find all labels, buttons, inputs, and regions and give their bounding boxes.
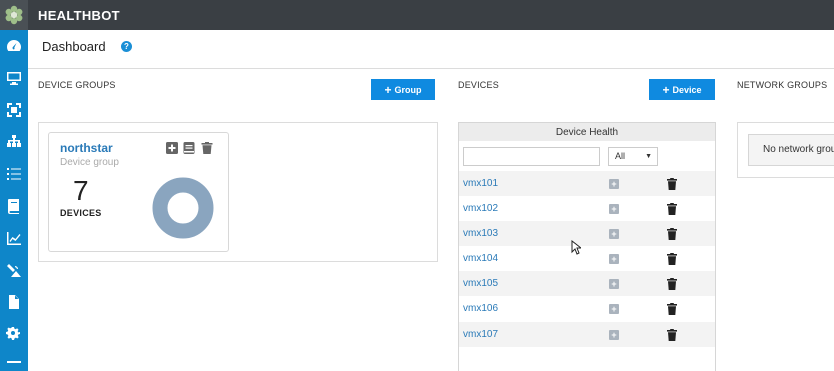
device-name-link[interactable]: vmx104 [463,253,498,264]
table-row: vmx104 + [459,246,715,271]
sidebar [0,30,28,371]
device-filter-select-value: All [615,151,626,161]
add-square-icon[interactable]: + [609,229,619,239]
device-count-label: DEVICES [60,208,102,218]
device-name-link[interactable]: vmx106 [463,303,498,314]
add-square-icon[interactable]: + [609,304,619,314]
header-divider [28,68,834,69]
device-name-link[interactable]: vmx101 [463,178,498,189]
book-icon [8,199,19,214]
sidebar-item-rules[interactable] [0,158,28,190]
top-bar: HEALTHBOT [0,0,834,30]
device-name-link[interactable]: vmx107 [463,329,498,340]
sidebar-item-playbooks[interactable] [0,190,28,222]
trash-icon[interactable] [667,253,677,265]
device-health-header: Device Health [458,122,716,142]
table-row: vmx106 + [459,296,715,321]
table-row: vmx101 + [459,171,715,196]
sidebar-item-more[interactable] [0,350,28,371]
trash-icon[interactable] [667,303,677,315]
mouse-cursor-icon [571,240,581,255]
caret-down-icon: ▼ [645,153,652,160]
table-row: vmx102 + [459,196,715,221]
list-icon [7,168,21,180]
settings-icon [6,327,20,340]
add-device-button[interactable]: + Device [649,79,715,100]
network-groups-empty-message: No network grou [748,134,834,166]
device-count: 7 [73,175,89,206]
device-group-card[interactable]: northstar Device group 7 DEVICES [48,132,229,252]
add-square-icon[interactable]: + [609,204,619,214]
resize-icon [7,103,21,117]
add-square-icon[interactable]: + [609,330,619,340]
device-filter-select[interactable]: All ▼ [608,147,658,166]
device-name-link[interactable]: vmx103 [463,228,498,239]
sidebar-item-satellite[interactable] [0,254,28,286]
add-square-icon[interactable]: + [609,179,619,189]
trash-icon[interactable] [667,203,677,215]
trash-icon[interactable] [667,329,677,341]
sidebar-item-settings[interactable] [0,318,28,350]
plus-icon: + [662,82,670,97]
chart-icon [7,232,21,245]
plus-icon: + [384,82,392,97]
sidebar-item-topology[interactable] [0,126,28,158]
trash-icon[interactable] [667,228,677,240]
page-title: Dashboard [42,39,106,54]
add-square-icon[interactable] [166,142,178,154]
sidebar-item-resize[interactable] [0,94,28,126]
book-icon[interactable] [183,142,195,154]
app-title: HEALTHBOT [38,8,120,23]
table-row: vmx103 + [459,221,715,246]
device-group-name[interactable]: northstar [60,141,113,155]
add-group-button-label: Group [394,84,422,95]
sidebar-item-dashboard[interactable] [0,30,28,62]
sidebar-item-charts[interactable] [0,222,28,254]
device-filter-input[interactable] [463,147,600,166]
monitor-icon [7,72,21,85]
healthbot-logo-icon[interactable] [0,0,28,30]
device-name-link[interactable]: vmx102 [463,203,498,214]
network-groups-label: NETWORK GROUPS [737,80,828,90]
sidebar-item-devices[interactable] [0,62,28,94]
device-name-link[interactable]: vmx105 [463,278,498,289]
satellite-icon [7,264,21,277]
add-square-icon[interactable]: + [609,279,619,289]
add-device-button-label: Device [672,84,702,95]
device-groups-label: DEVICE GROUPS [38,80,116,90]
devices-label: DEVICES [458,80,499,90]
device-group-subtitle: Device group [60,157,119,168]
device-group-donut-chart [152,177,214,239]
trash-icon[interactable] [667,278,677,290]
sidebar-item-documents[interactable] [0,286,28,318]
table-row: vmx105 + [459,271,715,296]
add-group-button[interactable]: + Group [371,79,435,100]
trash-icon[interactable] [667,178,677,190]
document-icon [9,295,19,309]
help-icon[interactable]: ? [121,41,132,52]
network-tree-icon [7,135,21,147]
dashboard-icon [7,40,21,51]
add-square-icon[interactable]: + [609,254,619,264]
trash-icon[interactable] [201,142,213,154]
table-row: vmx107 + [459,322,715,347]
table-icon [7,361,21,363]
